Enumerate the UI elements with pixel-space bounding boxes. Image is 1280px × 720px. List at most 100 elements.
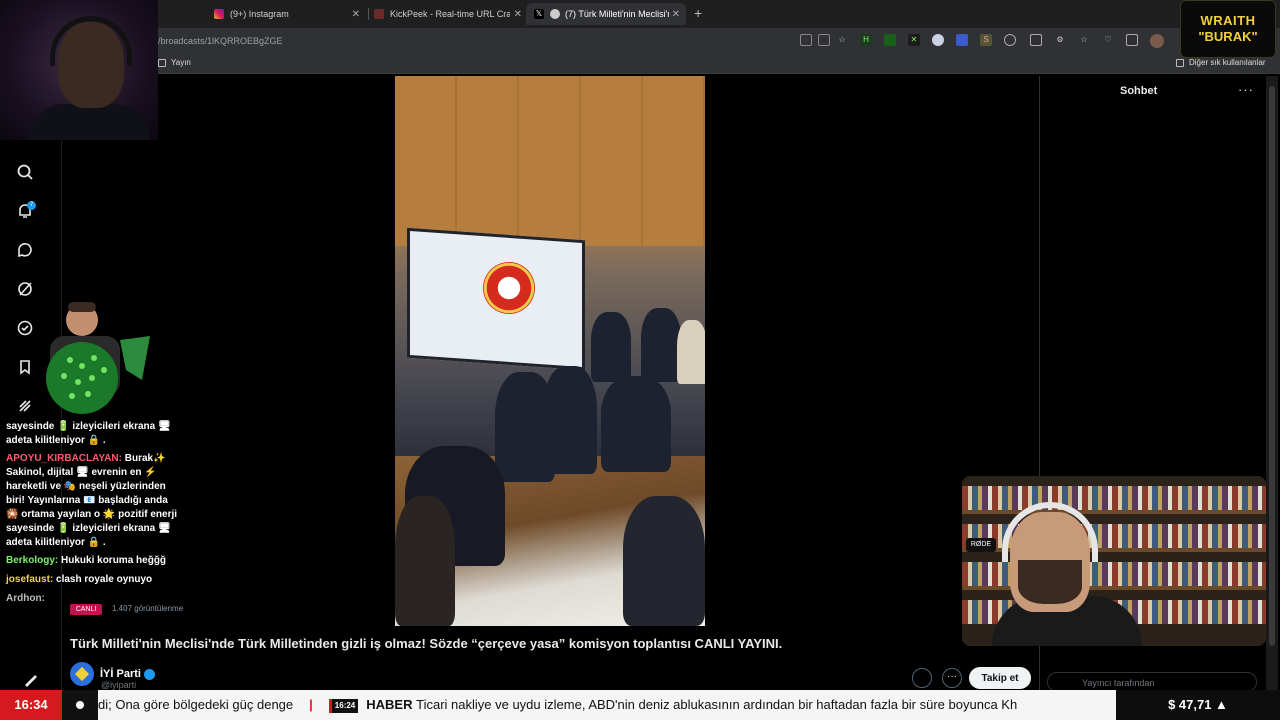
- streamer-shirt: [28, 104, 150, 140]
- translate-icon[interactable]: [956, 34, 968, 46]
- favorites-icon[interactable]: ☆: [1078, 34, 1090, 46]
- news-ticker: 16:34 di; Ona göre bölgedeki güç denge | 1…: [0, 690, 1280, 720]
- close-icon[interactable]: ✕: [514, 9, 522, 20]
- extension-cross-icon[interactable]: ✕: [908, 34, 920, 46]
- account-avatar[interactable]: [70, 662, 94, 686]
- repost-icon[interactable]: [912, 668, 932, 688]
- stream-badge: WRAITH "BURAK": [1180, 0, 1276, 58]
- grok-icon[interactable]: [16, 280, 34, 298]
- kickpeek-icon: [374, 9, 384, 19]
- extension-green-icon[interactable]: [884, 34, 896, 46]
- bookmark-yayin[interactable]: Yayın: [158, 58, 191, 67]
- close-icon[interactable]: ✕: [352, 9, 360, 20]
- sidebar-icon[interactable]: [1030, 34, 1042, 46]
- browser-tab-strip: (9+) Instagram ✕ KickPeek - Real-time UR…: [0, 0, 1280, 28]
- attendee-figure: [395, 496, 455, 626]
- chat-line: josefaust: clash royale oynuyo: [6, 573, 181, 587]
- close-icon[interactable]: ✕: [672, 9, 680, 20]
- attendee-figure: [641, 308, 681, 382]
- search-icon[interactable]: [16, 163, 34, 181]
- bookshelf-row: [962, 562, 1266, 586]
- tab-title: KickPeek - Real-time URL Crawler: [390, 9, 510, 19]
- x-left-nav: [0, 140, 62, 696]
- audio-icon: [550, 9, 560, 19]
- screen-share-icon[interactable]: [800, 34, 812, 46]
- chat-options-icon[interactable]: ···: [1238, 82, 1254, 97]
- chat-text: clash royale oynuyo: [56, 574, 153, 585]
- broadcast-video[interactable]: [395, 76, 705, 626]
- chat-overlay-log: sayesinde 🔋 izleyicileri ekrana 🖥 adeta …: [6, 420, 181, 606]
- attendee-figure: [677, 320, 705, 384]
- scrollbar-thumb[interactable]: [1269, 86, 1275, 646]
- bookmark-label: Diğer sık kullanılanlar: [1189, 58, 1266, 67]
- streamer-webcam: [0, 0, 158, 140]
- account-handle[interactable]: @iyiparti: [101, 680, 136, 690]
- bookshelf-row: [962, 486, 1266, 510]
- extension-circle-icon[interactable]: [932, 34, 944, 46]
- ticker-timestamp: 16:24: [328, 698, 359, 713]
- headset-icon: [50, 16, 132, 66]
- new-tab-button[interactable]: +: [694, 5, 702, 21]
- extensions-icon[interactable]: ⚙: [1054, 34, 1066, 46]
- extension-s-icon[interactable]: S: [980, 34, 992, 46]
- chat-line: Berkology: Hukuki koruma heğğğ: [6, 554, 181, 568]
- tab-title: (7) Türk Milleti'nin Meclisi'nde: [565, 9, 669, 19]
- notification-badge: 7: [27, 201, 36, 210]
- tbmm-emblem-icon: [483, 262, 535, 314]
- screen: (9+) Instagram ✕ KickPeek - Real-time UR…: [0, 0, 1280, 720]
- badge-line2: "BURAK": [1198, 29, 1258, 44]
- ticker-separator: |: [309, 697, 313, 712]
- bookmarks-bar: Yayın Diğer sık kullanılanlar: [0, 54, 1280, 74]
- chat-username: josefaust:: [6, 574, 54, 585]
- bookshelf-board: [962, 586, 1266, 590]
- live-indicator: [62, 690, 98, 720]
- folder-icon: [158, 58, 166, 67]
- chat-line: APOYU_KIRBACLAYAN: Burak✨ Sakinol, dijit…: [6, 452, 181, 550]
- extension-puzzle-icon[interactable]: [1004, 34, 1016, 46]
- chat-icon[interactable]: [16, 241, 34, 259]
- reader-icon[interactable]: [818, 34, 830, 46]
- tab-kickpeek[interactable]: KickPeek - Real-time URL Crawler ✕: [366, 3, 528, 25]
- star-icon[interactable]: ☆: [836, 34, 848, 46]
- page-scrollbar[interactable]: [1266, 76, 1278, 696]
- tab-x-broadcast[interactable]: 𝕏 (7) Türk Milleti'nin Meclisi'nde ✕: [526, 3, 686, 25]
- instagram-icon: [214, 9, 224, 19]
- ticker-category: HABER: [366, 697, 413, 712]
- ticker-item: di; Ona göre bölgedeki güç denge: [98, 697, 294, 712]
- profile-avatar[interactable]: [1150, 34, 1164, 48]
- bookshelf-board: [962, 510, 1266, 514]
- ticker-item: Ticari nakliye ve uydu izleme, ABD'nin d…: [416, 697, 1018, 712]
- extension-h-icon[interactable]: H: [860, 34, 872, 46]
- collections-icon[interactable]: [1126, 34, 1138, 46]
- x-logo-icon: 𝕏: [534, 9, 544, 19]
- more-options-button[interactable]: ···: [942, 668, 962, 688]
- chat-text: sayesinde 🔋 izleyicileri ekrana 🖥 adeta …: [6, 421, 171, 446]
- cohost-webcam: RØDE: [962, 476, 1266, 646]
- chat-input[interactable]: Yayıncı tarafından: [1047, 672, 1257, 692]
- chat-panel-title: Sohbet: [1120, 85, 1158, 97]
- chat-line: sayesinde 🔋 izleyicileri ekrana 🖥 adeta …: [6, 420, 181, 448]
- broadcast-title: Türk Milleti'nin Meclisi'nde Türk Millet…: [70, 636, 783, 651]
- url-input[interactable]: /broadcasts/1lKQRROEBgZGE: [152, 33, 1172, 50]
- chat-username: APOYU_KIRBACLAYAN:: [6, 453, 122, 464]
- chat-text: Hukuki koruma heğğğ: [61, 555, 167, 566]
- live-dot-icon: [76, 701, 84, 709]
- health-icon[interactable]: ♡: [1102, 34, 1114, 46]
- attendee-figure: [601, 376, 671, 472]
- wood-wall: [395, 76, 705, 246]
- verified-badge-icon: [143, 668, 155, 680]
- follow-button[interactable]: Takip et: [969, 667, 1031, 689]
- chat-username: Berkology:: [6, 555, 59, 566]
- view-count: 1.407 görüntülenme: [112, 604, 184, 613]
- ticker-clock: 16:34: [0, 690, 62, 720]
- post-button-icon[interactable]: [22, 670, 40, 688]
- meme-overlay-image: [46, 302, 150, 414]
- tab-instagram[interactable]: (9+) Instagram ✕: [206, 3, 366, 25]
- cohost-beard: [1018, 560, 1082, 604]
- badge-line1: WRAITH: [1200, 13, 1256, 28]
- attendee-figure: [543, 366, 597, 474]
- account-name[interactable]: İYİ Parti: [100, 668, 141, 680]
- live-chip: CANLI: [70, 604, 102, 615]
- bookmark-other[interactable]: Diğer sık kullanılanlar: [1176, 58, 1265, 67]
- bookmark-label: Yayın: [171, 58, 191, 67]
